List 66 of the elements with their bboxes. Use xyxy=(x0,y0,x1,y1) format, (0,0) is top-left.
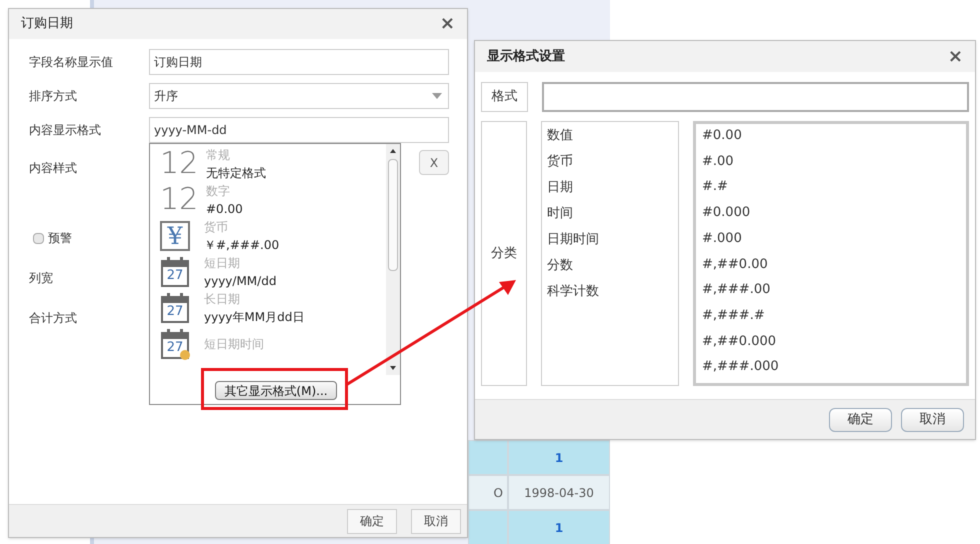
field-label: 字段名称显示值 xyxy=(29,54,114,71)
dialog-title: 显示格式设置 xyxy=(487,48,565,66)
format-option[interactable]: ¥ 货币 ￥#,###.00 xyxy=(160,218,386,254)
category-item[interactable]: 货币 xyxy=(547,152,678,178)
more-formats-button[interactable]: 其它显示格式(M)... xyxy=(215,381,337,400)
format-item[interactable]: #.00 xyxy=(702,152,966,178)
format-item[interactable]: #.# xyxy=(702,177,966,204)
sort-select[interactable]: 升序 xyxy=(149,83,449,109)
format-category: 短日期时间 xyxy=(204,336,264,353)
scroll-up-icon[interactable] xyxy=(390,149,396,153)
format-option[interactable]: 27 长日期 yyyy年MM月dd日 xyxy=(160,290,386,326)
format-category: 短日期 xyxy=(204,255,241,272)
format-sample: yyyy/MM/dd xyxy=(204,273,276,290)
ok-button[interactable]: 确定 xyxy=(829,408,892,432)
close-button[interactable]: × xyxy=(440,15,455,33)
dropdown-arrow-icon xyxy=(432,93,442,99)
category-item[interactable]: 日期时间 xyxy=(547,230,678,256)
format-item[interactable]: #.000 xyxy=(702,228,966,255)
scroll-down-icon[interactable] xyxy=(390,366,396,370)
warning-checkbox[interactable] xyxy=(33,232,44,244)
format-input[interactable] xyxy=(542,82,969,112)
format-sample: ￥#,###.00 xyxy=(204,237,280,254)
dialog-title: 订购日期 xyxy=(21,15,73,34)
field-label: 内容样式 xyxy=(29,160,78,177)
category-item[interactable]: 数值 xyxy=(547,126,678,152)
table-cell: 1 xyxy=(508,440,610,475)
field-label: 列宽 xyxy=(29,271,53,285)
format-category: 数字 xyxy=(206,183,231,200)
checkbox-label: 预警 xyxy=(48,230,72,247)
currency-icon: ¥ xyxy=(160,221,190,251)
format-sample: #0.00 xyxy=(206,201,243,218)
format-category: 长日期 xyxy=(204,291,241,308)
category-item[interactable]: 分数 xyxy=(547,256,678,282)
clear-button[interactable]: X xyxy=(419,150,449,175)
format-category: 常规 xyxy=(206,147,231,164)
format-item[interactable]: #0.00 xyxy=(702,126,966,152)
format-item[interactable]: #,###.000 xyxy=(702,357,966,384)
format-sample: yyyy年MM月dd日 xyxy=(204,309,304,326)
field-label: 排序方式 xyxy=(29,88,78,105)
category-item[interactable]: 科学计数 xyxy=(547,282,678,308)
field-label: 内容显示格式 xyxy=(29,122,102,139)
field-label: 合计方式 xyxy=(29,311,77,325)
close-button[interactable]: × xyxy=(948,48,963,66)
category-label: 分类 xyxy=(481,121,527,386)
text-input[interactable]: 订购日期 xyxy=(149,49,449,75)
scrollbar[interactable] xyxy=(386,144,400,375)
format-item[interactable]: #,###.00 xyxy=(702,280,966,306)
format-item[interactable]: #,##0.000 xyxy=(702,332,966,358)
table-cell: 1998-04-30 xyxy=(508,475,610,510)
table-cell: 1 xyxy=(508,510,610,544)
category-item[interactable]: 日期 xyxy=(547,178,678,204)
format-item[interactable]: #,###.# xyxy=(702,306,966,332)
format-option[interactable]: 27 短日期 yyyy/MM/dd xyxy=(160,254,386,290)
format-item[interactable]: #,##0.00 xyxy=(702,254,966,280)
format-option[interactable]: 27 短日期时间 xyxy=(160,326,386,362)
table-cell xyxy=(468,440,508,475)
text-input[interactable]: yyyy-MM-dd xyxy=(149,117,449,143)
format-sample: 无特定格式 xyxy=(206,165,266,182)
format-item[interactable]: #0.000 xyxy=(702,203,966,229)
table-cell: O xyxy=(468,475,508,510)
format-label: 格式 xyxy=(481,82,528,112)
ok-button[interactable]: 确定 xyxy=(347,508,397,534)
cancel-button[interactable]: 取消 xyxy=(901,408,964,432)
category-item[interactable]: 时间 xyxy=(547,204,678,230)
cancel-button[interactable]: 取消 xyxy=(411,508,461,534)
format-category: 货币 xyxy=(204,219,229,236)
